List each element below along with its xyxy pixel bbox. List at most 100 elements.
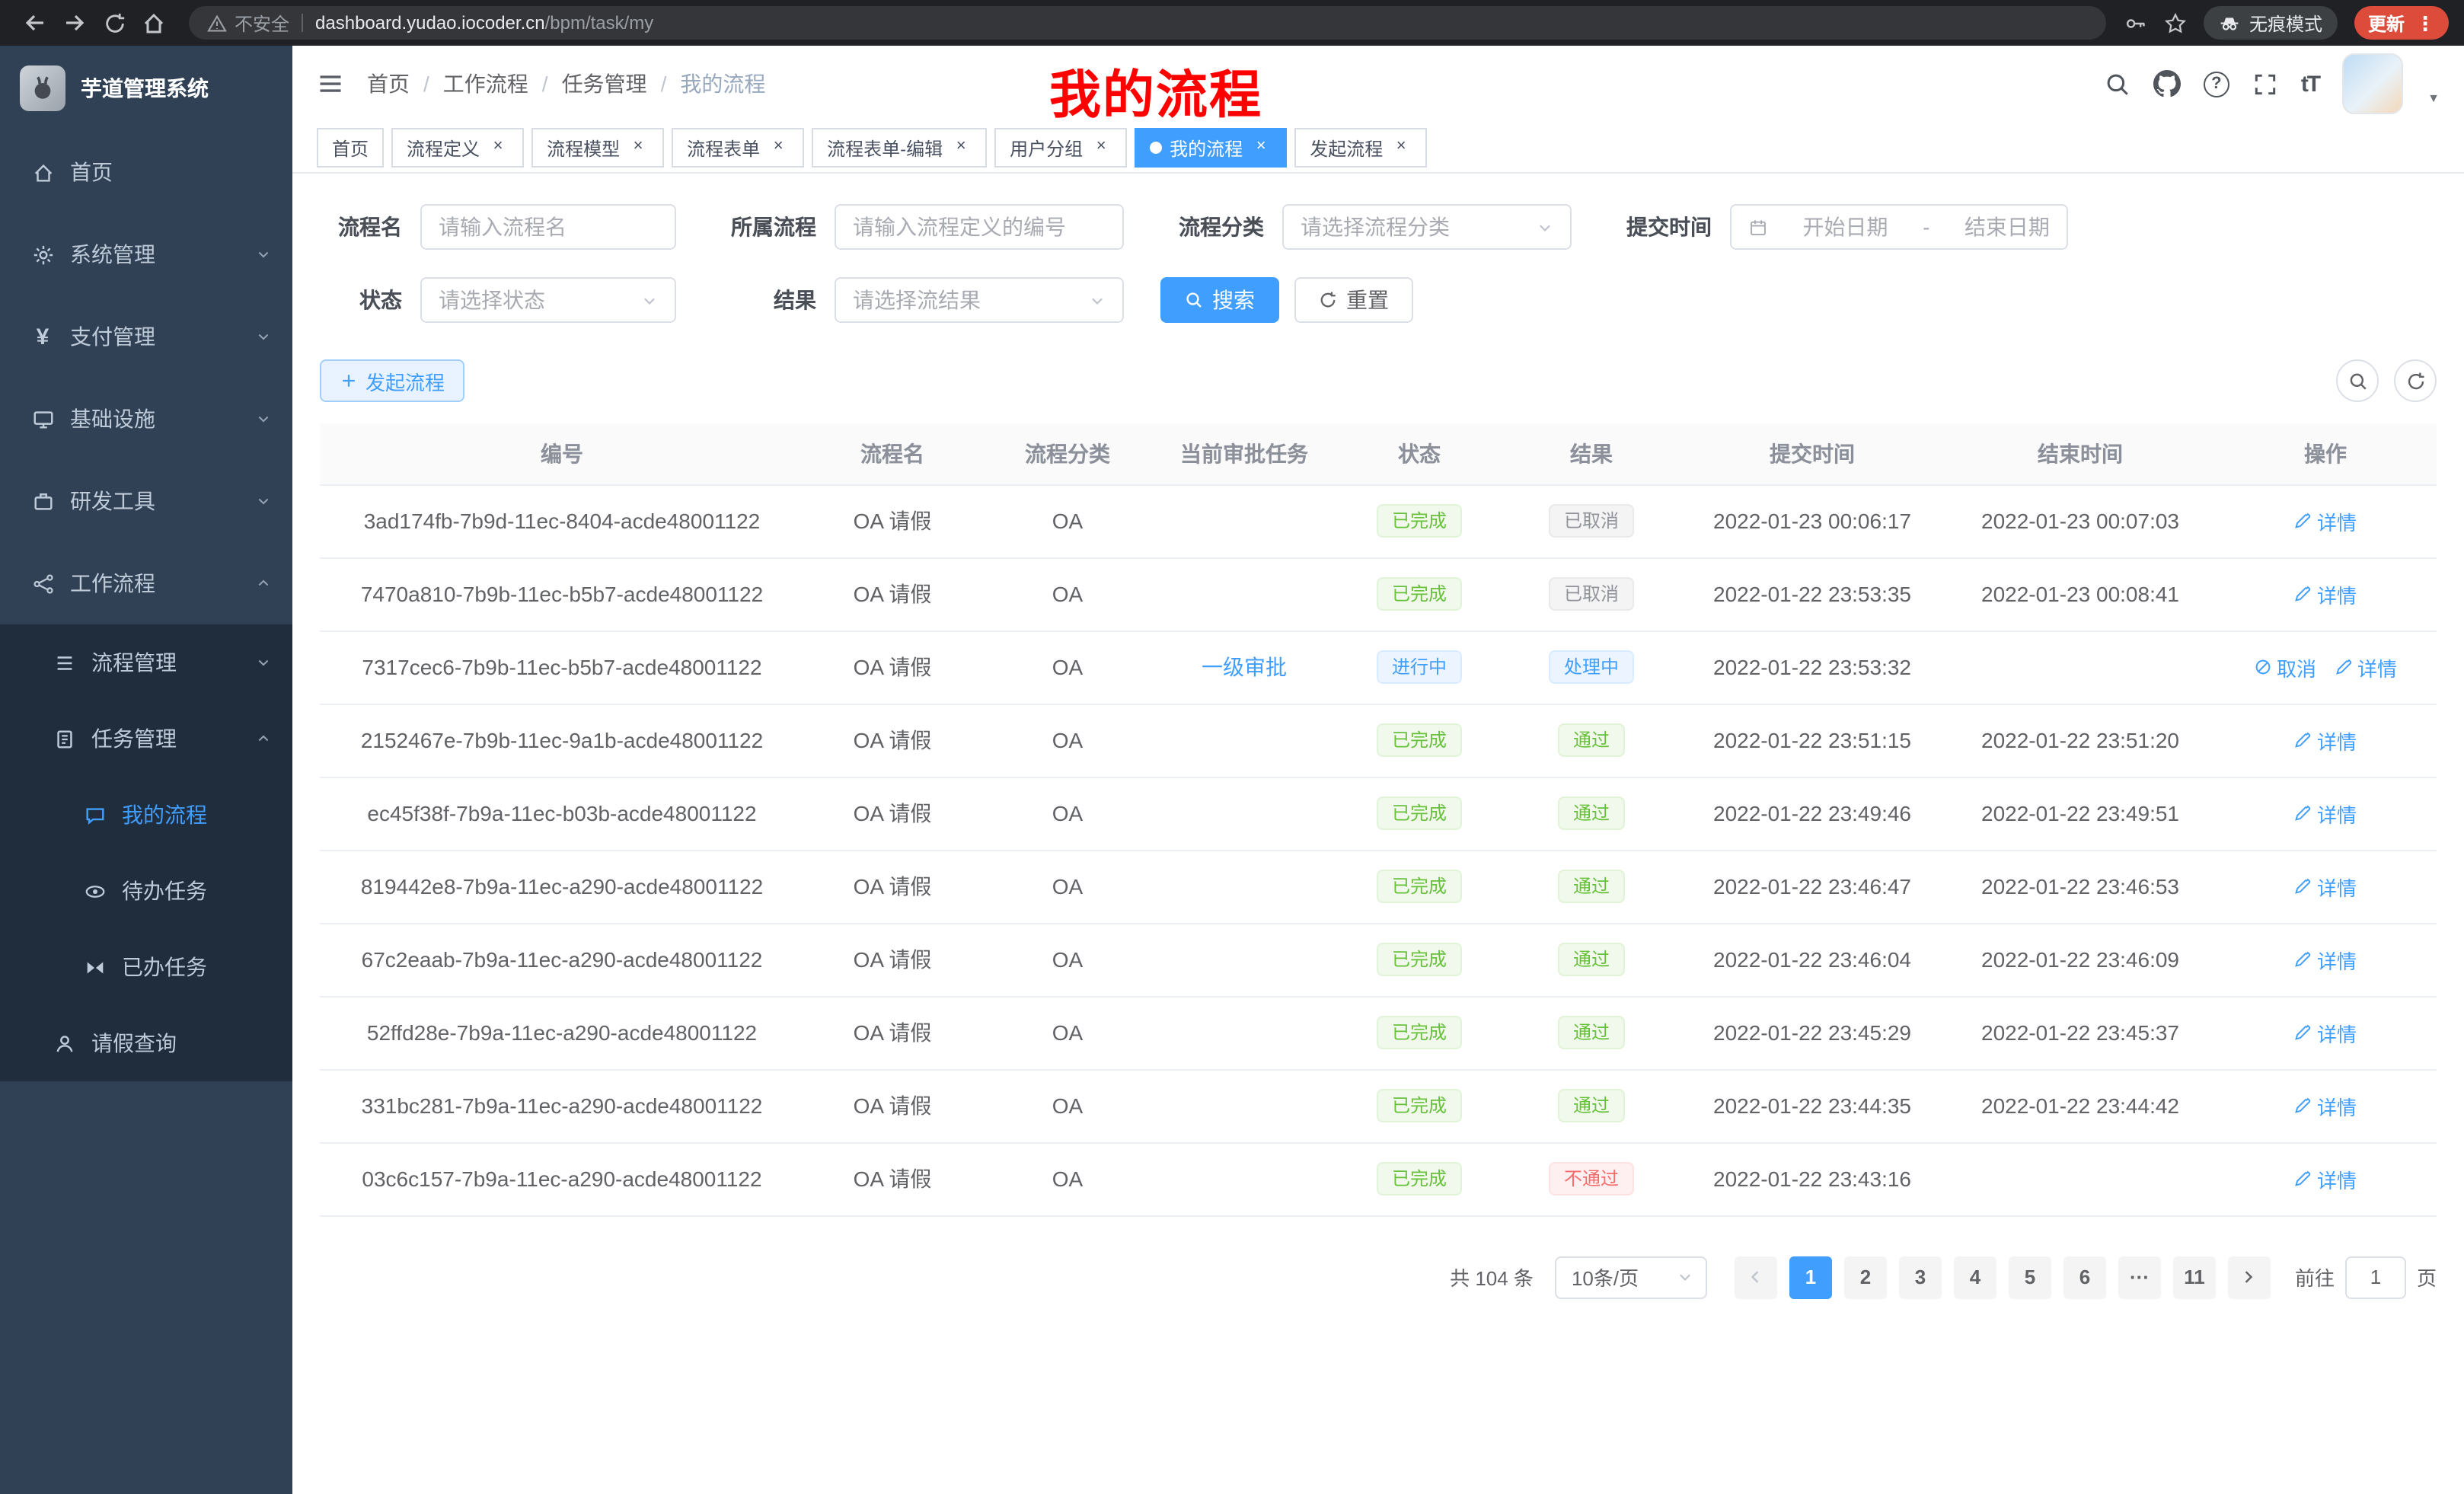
table-row: 3ad174fb-7b9d-11ec-8404-acde48001122OA 请…	[320, 484, 2437, 557]
breadcrumb-separator: /	[661, 72, 667, 96]
address-bar[interactable]: 不安全 dashboard.yudao.iocoder.cn/bpm/task/…	[189, 6, 2106, 40]
create-process-button[interactable]: 发起流程	[320, 359, 464, 402]
page-button-3[interactable]: 3	[1899, 1256, 1942, 1298]
more-pages-button[interactable]: ···	[2118, 1256, 2161, 1298]
close-tab-icon[interactable]: ×	[768, 137, 789, 158]
home-icon[interactable]	[134, 3, 174, 43]
status-badge: 已完成	[1377, 723, 1462, 757]
close-tab-icon[interactable]: ×	[1390, 137, 1412, 158]
detail-link[interactable]: 详情	[2294, 1164, 2357, 1193]
github-icon[interactable]	[2153, 70, 2181, 97]
detail-link[interactable]: 详情	[2294, 726, 2357, 755]
result-badge: 已取消	[1549, 577, 1634, 611]
detail-link[interactable]: 详情	[2335, 653, 2397, 682]
current-task-link[interactable]: 一级审批	[1202, 655, 1287, 679]
chevron-down-icon	[256, 329, 271, 344]
prev-page-button[interactable]	[1735, 1256, 1777, 1298]
chrome-menu-icon[interactable]: ⋮	[2415, 13, 2435, 33]
sidebar-item-workflow[interactable]: 工作流程	[0, 542, 292, 624]
sidebar-item-my-process[interactable]: 我的流程	[0, 777, 292, 853]
close-tab-icon[interactable]: ×	[1090, 137, 1112, 158]
key-icon[interactable]	[2124, 11, 2147, 34]
detail-link[interactable]: 详情	[2294, 506, 2357, 535]
user-avatar[interactable]	[2342, 53, 2403, 114]
page-button-4[interactable]: 4	[1954, 1256, 1996, 1298]
breadcrumb-home[interactable]: 首页	[367, 69, 410, 99]
sidebar-item-task-management[interactable]: 任务管理	[0, 701, 292, 777]
process-definition-input[interactable]	[853, 215, 1106, 239]
app-logo[interactable]: 芋道管理系统	[0, 46, 292, 131]
reload-icon[interactable]	[94, 3, 134, 43]
font-size-icon[interactable]: tT	[2301, 71, 2319, 97]
tab-start-process[interactable]: 发起流程×	[1294, 128, 1427, 168]
bookmark-star-icon[interactable]	[2164, 11, 2187, 34]
back-icon[interactable]	[15, 3, 55, 43]
tab-process-model[interactable]: 流程模型×	[531, 128, 664, 168]
detail-link[interactable]: 详情	[2294, 872, 2357, 901]
sidebar-item-payment[interactable]: ¥ 支付管理	[0, 295, 292, 378]
page-button-6[interactable]: 6	[2063, 1256, 2106, 1298]
breadcrumb-task-management[interactable]: 任务管理	[562, 69, 647, 99]
sidebar-item-infrastructure[interactable]: 基础设施	[0, 378, 292, 460]
forward-icon[interactable]	[55, 3, 94, 43]
tab-user-group[interactable]: 用户分组×	[994, 128, 1127, 168]
sidebar-item-done-tasks[interactable]: 已办任务	[0, 929, 292, 1005]
cancel-link[interactable]: 取消	[2254, 653, 2316, 682]
page-size-select[interactable]: 10条/页	[1555, 1256, 1707, 1298]
col-status: 状态	[1334, 423, 1505, 484]
tab-my-process-active[interactable]: 我的流程×	[1135, 128, 1287, 168]
detail-link[interactable]: 详情	[2294, 945, 2357, 974]
close-tab-icon[interactable]: ×	[1250, 137, 1272, 158]
table-toolbar: 发起流程	[320, 359, 2437, 402]
result-badge: 不通过	[1549, 1162, 1634, 1196]
page-button-2[interactable]: 2	[1844, 1256, 1887, 1298]
close-tab-icon[interactable]: ×	[950, 137, 972, 158]
page-button-11[interactable]: 11	[2173, 1256, 2216, 1298]
sidebar-item-todo-tasks[interactable]: 待办任务	[0, 853, 292, 929]
fullscreen-icon[interactable]	[2252, 71, 2278, 97]
detail-link[interactable]: 详情	[2294, 1018, 2357, 1047]
goto-label: 前往	[2295, 1263, 2335, 1291]
update-button[interactable]: 更新 ⋮	[2354, 6, 2449, 40]
sidebar-item-system[interactable]: 系统管理	[0, 213, 292, 295]
process-table: 编号 流程名 流程分类 当前审批任务 状态 结果 提交时间 结束时间 操作 3a…	[320, 423, 2437, 1216]
refresh-icon[interactable]	[2394, 359, 2437, 402]
sidebar-item-process-management[interactable]: 流程管理	[0, 624, 292, 701]
status-select[interactable]: 请选择状态	[420, 277, 676, 323]
tab-process-form-edit[interactable]: 流程表单-编辑×	[812, 128, 987, 168]
close-tab-icon[interactable]: ×	[627, 137, 649, 158]
table-row: 03c6c157-7b9a-11ec-a290-acde48001122OA 请…	[320, 1142, 2437, 1215]
url-path: /bpm/task/my	[545, 12, 654, 34]
detail-link[interactable]: 详情	[2294, 799, 2357, 828]
incognito-label: 无痕模式	[2249, 10, 2322, 36]
sidebar-item-devtools[interactable]: 研发工具	[0, 460, 292, 542]
next-page-button[interactable]	[2228, 1256, 2271, 1298]
tab-home[interactable]: 首页	[317, 128, 384, 168]
sidebar-item-leave-query[interactable]: 请假查询	[0, 1005, 292, 1081]
tab-process-definition[interactable]: 流程定义×	[391, 128, 524, 168]
breadcrumb-separator: /	[542, 72, 548, 96]
reset-button[interactable]: 重置	[1294, 277, 1413, 323]
close-tab-icon[interactable]: ×	[487, 137, 509, 158]
end-date-placeholder: 结束日期	[1964, 212, 2050, 242]
tab-process-form[interactable]: 流程表单×	[672, 128, 804, 168]
help-icon[interactable]: ?	[2204, 71, 2229, 97]
toggle-search-icon[interactable]	[2336, 359, 2379, 402]
category-select[interactable]: 请选择流程分类	[1282, 204, 1572, 250]
hamburger-icon[interactable]	[317, 70, 344, 97]
sidebar-item-home[interactable]: 首页	[0, 131, 292, 213]
process-name-input[interactable]	[439, 215, 658, 239]
breadcrumb-workflow[interactable]: 工作流程	[443, 69, 528, 99]
goto-page-input[interactable]	[2345, 1256, 2406, 1298]
date-range-picker[interactable]: 开始日期 - 结束日期	[1730, 204, 2068, 250]
search-button[interactable]: 搜索	[1160, 277, 1279, 323]
table-row: ec45f38f-7b9a-11ec-b03b-acde48001122OA 请…	[320, 777, 2437, 850]
page-button-1[interactable]: 1	[1789, 1256, 1832, 1298]
chevron-down-icon	[256, 655, 271, 670]
caret-down-icon: ▼	[2427, 91, 2440, 114]
search-icon[interactable]	[2105, 71, 2130, 97]
result-select[interactable]: 请选择流结果	[835, 277, 1124, 323]
detail-link[interactable]: 详情	[2294, 1091, 2357, 1120]
detail-link[interactable]: 详情	[2294, 579, 2357, 608]
page-button-5[interactable]: 5	[2009, 1256, 2051, 1298]
